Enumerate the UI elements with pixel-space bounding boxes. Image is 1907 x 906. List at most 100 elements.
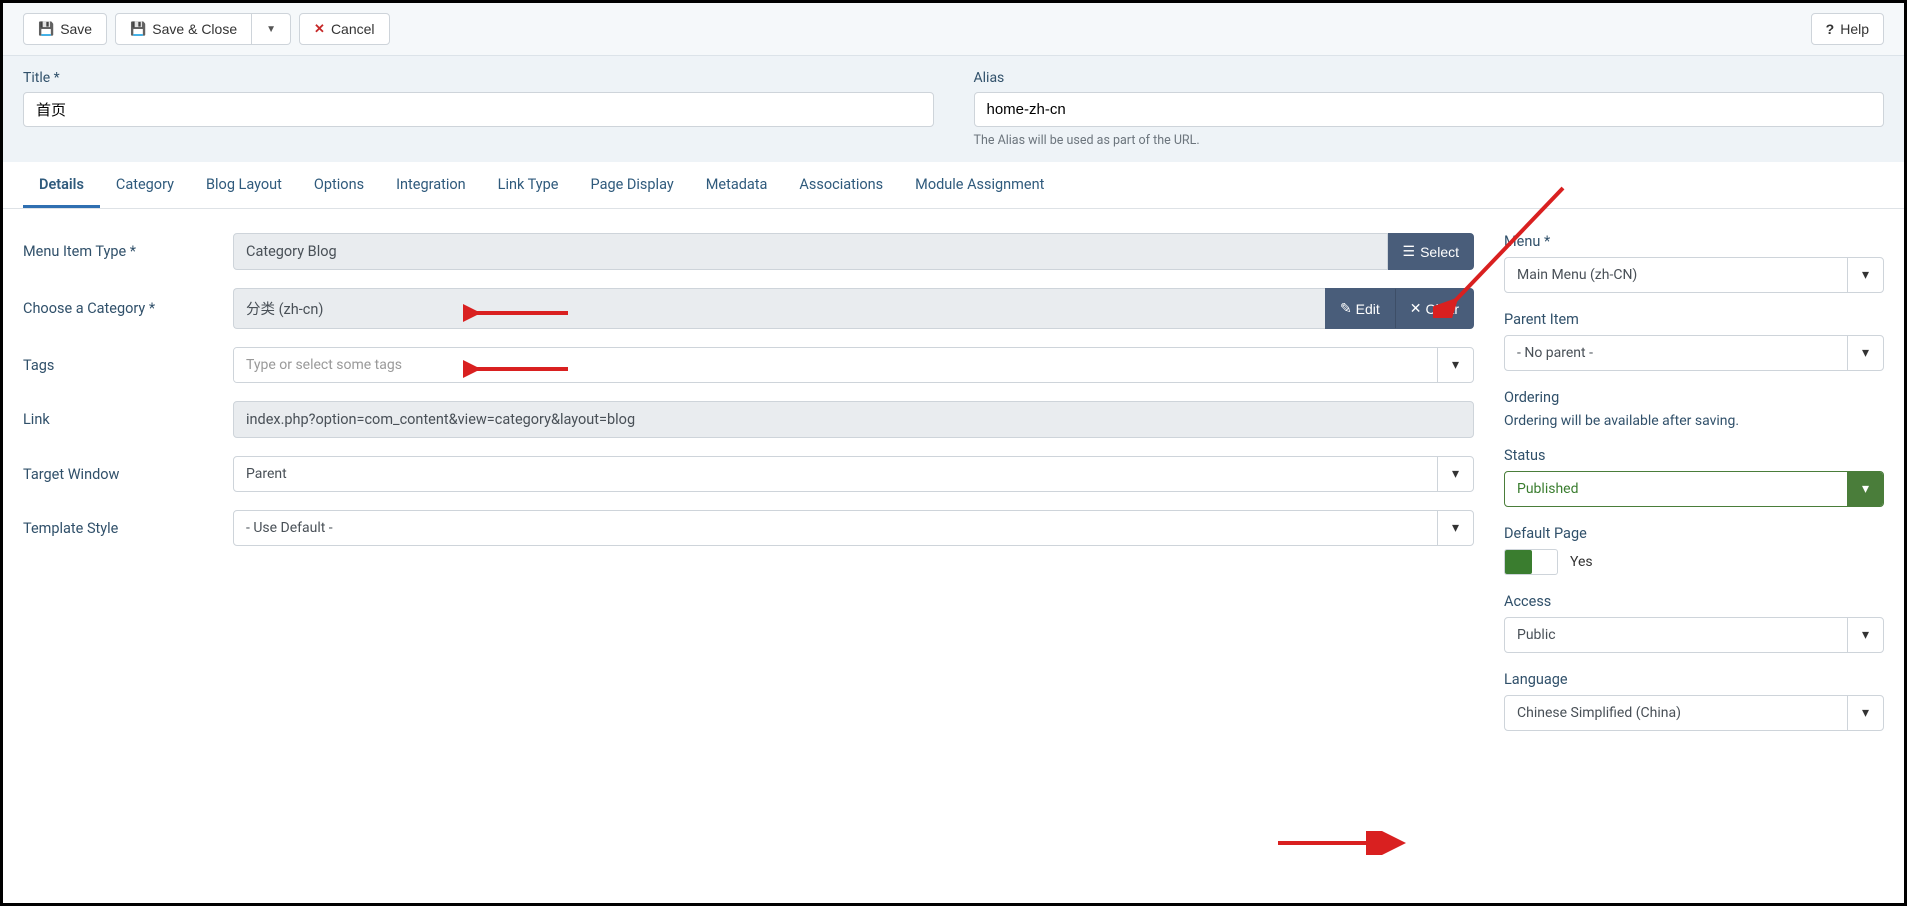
access-select[interactable]: Public ▾ <box>1504 617 1884 653</box>
tab-page-display[interactable]: Page Display <box>575 164 690 208</box>
menu-item-type-label: Menu Item Type * <box>23 243 233 260</box>
alias-input[interactable] <box>974 92 1885 127</box>
tab-details[interactable]: Details <box>23 164 100 208</box>
tags-label: Tags <box>23 357 233 374</box>
access-field: Access Public ▾ <box>1504 593 1884 653</box>
alias-col: Alias The Alias will be used as part of … <box>974 70 1885 148</box>
menu-item-type-row: Menu Item Type * Category Blog ☰ Select <box>23 233 1474 270</box>
menu-value: Main Menu (zh-CN) <box>1505 258 1847 292</box>
chevron-down-icon: ▼ <box>266 24 276 35</box>
clear-category-button[interactable]: ✕ Clear <box>1395 288 1474 329</box>
edit-icon: ✎ <box>1340 300 1352 317</box>
chevron-down-icon: ▾ <box>1437 511 1473 545</box>
language-field: Language Chinese Simplified (China) ▾ <box>1504 671 1884 731</box>
toggle-knob <box>1505 550 1532 574</box>
tab-module-assignment[interactable]: Module Assignment <box>899 164 1060 208</box>
cancel-button[interactable]: ✕ Cancel <box>299 13 390 45</box>
default-page-field: Default Page Yes <box>1504 525 1884 575</box>
save-close-dropdown-button[interactable]: ▼ <box>252 13 291 45</box>
target-window-value: Parent <box>234 457 1437 491</box>
main-body: Menu Item Type * Category Blog ☰ Select … <box>3 209 1904 773</box>
title-label: Title * <box>23 70 934 86</box>
chevron-down-icon: ▾ <box>1847 696 1883 730</box>
tab-metadata[interactable]: Metadata <box>690 164 784 208</box>
tab-associations[interactable]: Associations <box>783 164 899 208</box>
tab-link-type[interactable]: Link Type <box>482 164 575 208</box>
target-window-row: Target Window Parent ▾ <box>23 456 1474 492</box>
annotation-arrow <box>1273 831 1413 855</box>
access-value: Public <box>1505 618 1847 652</box>
edit-category-button[interactable]: ✎ Edit <box>1325 288 1395 329</box>
link-value: index.php?option=com_content&view=catego… <box>233 401 1474 438</box>
template-style-select[interactable]: - Use Default - ▾ <box>233 510 1474 546</box>
save-icon: 💾 <box>38 21 54 37</box>
status-select[interactable]: Published ▾ <box>1504 471 1884 507</box>
details-right-column: Menu * Main Menu (zh-CN) ▾ Parent Item -… <box>1504 233 1884 749</box>
link-row: Link index.php?option=com_content&view=c… <box>23 401 1474 438</box>
clear-icon: ✕ <box>1410 300 1422 317</box>
save-button[interactable]: 💾 Save <box>23 13 107 45</box>
list-icon: ☰ <box>1403 243 1416 260</box>
status-value: Published <box>1505 472 1847 506</box>
title-col: Title * <box>23 70 934 148</box>
help-button[interactable]: ? Help <box>1811 13 1884 45</box>
parent-item-value: - No parent - <box>1505 336 1847 370</box>
language-value: Chinese Simplified (China) <box>1505 696 1847 730</box>
ordering-label: Ordering <box>1504 389 1884 406</box>
save-close-label: Save & Close <box>152 21 237 37</box>
edit-label: Edit <box>1356 301 1380 317</box>
alias-help-text: The Alias will be used as part of the UR… <box>974 133 1885 148</box>
template-style-value: - Use Default - <box>234 511 1437 545</box>
chevron-down-icon: ▾ <box>1847 258 1883 292</box>
chevron-down-icon: ▾ <box>1847 472 1883 506</box>
tab-blog-layout[interactable]: Blog Layout <box>190 164 298 208</box>
choose-category-row: Choose a Category * 分类 (zh-cn) ✎ Edit ✕ … <box>23 288 1474 329</box>
target-window-select[interactable]: Parent ▾ <box>233 456 1474 492</box>
link-label: Link <box>23 411 233 428</box>
status-field: Status Published ▾ <box>1504 447 1884 507</box>
tags-row: Tags Type or select some tags ▾ <box>23 347 1474 383</box>
choose-category-value: 分类 (zh-cn) <box>233 288 1325 329</box>
status-label: Status <box>1504 447 1884 464</box>
tab-options[interactable]: Options <box>298 164 380 208</box>
question-icon: ? <box>1826 21 1835 37</box>
menu-select[interactable]: Main Menu (zh-CN) ▾ <box>1504 257 1884 293</box>
default-page-value: Yes <box>1570 554 1593 570</box>
tab-integration[interactable]: Integration <box>380 164 482 208</box>
chevron-down-icon: ▾ <box>1847 336 1883 370</box>
form-header: Title * Alias The Alias will be used as … <box>3 56 1904 162</box>
parent-item-field: Parent Item - No parent - ▾ <box>1504 311 1884 371</box>
template-style-row: Template Style - Use Default - ▾ <box>23 510 1474 546</box>
save-close-button[interactable]: 💾 Save & Close <box>115 13 252 45</box>
language-select[interactable]: Chinese Simplified (China) ▾ <box>1504 695 1884 731</box>
save-label: Save <box>60 21 92 37</box>
select-type-button[interactable]: ☰ Select <box>1388 233 1474 270</box>
menu-field: Menu * Main Menu (zh-CN) ▾ <box>1504 233 1884 293</box>
toolbar: 💾 Save 💾 Save & Close ▼ ✕ Cancel ? Help <box>3 3 1904 56</box>
details-left-column: Menu Item Type * Category Blog ☰ Select … <box>23 233 1474 749</box>
tab-category[interactable]: Category <box>100 164 190 208</box>
tags-placeholder: Type or select some tags <box>234 348 1437 382</box>
menu-label: Menu * <box>1504 233 1884 250</box>
cancel-icon: ✕ <box>314 21 325 37</box>
target-window-label: Target Window <box>23 466 233 483</box>
cancel-label: Cancel <box>331 21 375 37</box>
chevron-down-icon: ▾ <box>1847 618 1883 652</box>
access-label: Access <box>1504 593 1884 610</box>
chevron-down-icon: ▾ <box>1437 457 1473 491</box>
help-label: Help <box>1840 21 1869 37</box>
default-page-toggle[interactable] <box>1504 549 1558 575</box>
parent-item-select[interactable]: - No parent - ▾ <box>1504 335 1884 371</box>
tags-select[interactable]: Type or select some tags ▾ <box>233 347 1474 383</box>
chevron-down-icon: ▾ <box>1437 348 1473 382</box>
parent-item-label: Parent Item <box>1504 311 1884 328</box>
ordering-field: Ordering Ordering will be available afte… <box>1504 389 1884 429</box>
alias-label: Alias <box>974 70 1885 86</box>
save-icon: 💾 <box>130 21 146 37</box>
save-close-group: 💾 Save & Close ▼ <box>115 13 291 45</box>
default-page-label: Default Page <box>1504 525 1884 542</box>
language-label: Language <box>1504 671 1884 688</box>
template-style-label: Template Style <box>23 520 233 537</box>
clear-label: Clear <box>1426 301 1459 317</box>
title-input[interactable] <box>23 92 934 127</box>
